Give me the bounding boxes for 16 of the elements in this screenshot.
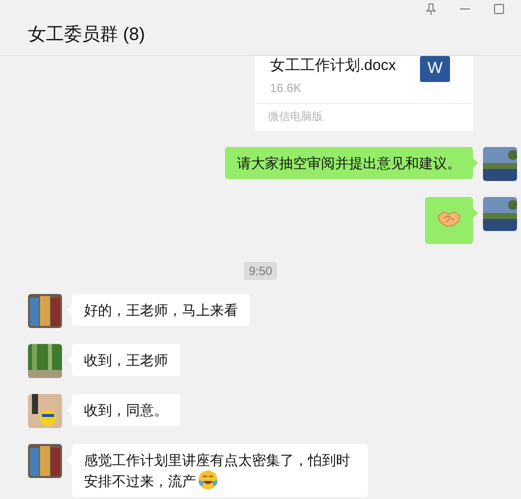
message-bubble: 感觉工作计划里讲座有点太密集了，怕到时安排不过来，流产: [72, 444, 368, 497]
file-name: 女工工作计划.docx: [270, 57, 396, 74]
file-card[interactable]: 女工工作计划.docx 16.6K W 微信电脑版: [255, 56, 473, 131]
maximize-icon: [494, 4, 504, 14]
message-bubble: 请大家抽空审阅并提出意见和建议。: [225, 147, 473, 179]
bubble-tail: [473, 158, 478, 168]
file-size: 16.6K: [270, 81, 302, 95]
timestamp: 9:50: [244, 262, 278, 280]
message-bubble: 收到，王老师: [72, 344, 180, 376]
minimize-icon: [460, 8, 470, 10]
file-source: 微信电脑版: [256, 103, 472, 130]
word-file-icon: W: [420, 56, 450, 82]
window-title: 女工委员群 (8): [28, 23, 145, 46]
message-bubble: 收到，同意。: [72, 394, 180, 426]
message-bubble: 好的，王老师，马上来看: [72, 294, 250, 326]
pin-icon: [426, 3, 436, 15]
